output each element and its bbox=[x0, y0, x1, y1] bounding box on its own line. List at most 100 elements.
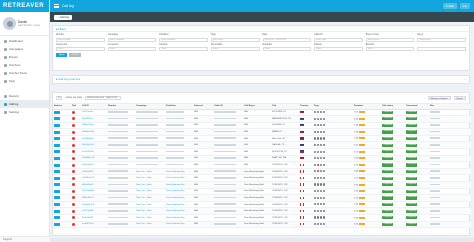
sidebar-item-reports[interactable]: Reports bbox=[0, 92, 49, 100]
user-menu-button[interactable]: ● ● bbox=[459, 3, 470, 9]
tag-icon[interactable] bbox=[319, 163, 323, 166]
filter-input[interactable]: Select buyer bbox=[417, 37, 466, 42]
call-id-link[interactable]: 7d4a9c1e02 bbox=[82, 177, 94, 179]
campaign-link[interactable]: Data Tier - Debt bbox=[136, 177, 151, 179]
tag-icon[interactable] bbox=[314, 216, 317, 219]
details-button[interactable] bbox=[54, 196, 60, 200]
phone-icon[interactable] bbox=[72, 209, 75, 213]
sidebar-item-tags[interactable]: Tags bbox=[0, 77, 49, 85]
tag-icon[interactable] bbox=[316, 163, 320, 166]
tag-icon[interactable] bbox=[314, 150, 317, 153]
tag-icon[interactable] bbox=[314, 163, 317, 166]
phone-icon[interactable] bbox=[72, 150, 75, 154]
publisher-link[interactable]: Data Unlimited Sys bbox=[166, 184, 185, 186]
publisher-link[interactable]: Data Unlimited Sys bbox=[166, 204, 185, 206]
filter-input[interactable]: Select bbox=[107, 47, 157, 51]
campaign-link[interactable]: Data Tier - Debt bbox=[136, 190, 151, 192]
tag-icon[interactable] bbox=[319, 143, 323, 147]
tag-icon[interactable] bbox=[322, 157, 326, 160]
tag-icon[interactable] bbox=[319, 110, 323, 114]
campaign-link[interactable]: Data Tier - Debt bbox=[136, 171, 151, 173]
tag-icon[interactable] bbox=[322, 223, 326, 226]
tag-icon[interactable] bbox=[314, 157, 317, 160]
call-id-link[interactable]: d2bb6a3e91 bbox=[82, 131, 94, 133]
tag-icon[interactable] bbox=[316, 209, 320, 213]
call-id-link[interactable]: a7e3c51f60 bbox=[82, 151, 93, 153]
filter-input[interactable]: Select tags bbox=[210, 37, 260, 42]
tag-icon[interactable] bbox=[316, 124, 320, 127]
tag-icon[interactable] bbox=[314, 223, 317, 226]
phone-icon[interactable] bbox=[72, 216, 75, 220]
call-id-link[interactable]: 8ad2c6e3f1 bbox=[82, 217, 93, 219]
apply-button[interactable]: Apply bbox=[56, 53, 68, 57]
tag-icon[interactable] bbox=[322, 196, 326, 199]
phone-icon[interactable] bbox=[72, 189, 75, 193]
details-button[interactable] bbox=[54, 176, 60, 180]
sidebar-item-numbers[interactable]: Numbers bbox=[0, 61, 49, 69]
filter-input[interactable]: Select publisher bbox=[159, 37, 208, 42]
filter-input[interactable]: Select bbox=[56, 47, 105, 51]
publisher-link[interactable]: Data Unlimited Sys bbox=[166, 171, 185, 173]
call-id-link[interactable]: 9b01d6a7e2 bbox=[82, 144, 94, 146]
filter-input[interactable]: Select bbox=[262, 47, 312, 51]
tag-icon[interactable] bbox=[314, 190, 317, 193]
tag-icon[interactable] bbox=[316, 117, 320, 120]
tag-icon[interactable] bbox=[319, 190, 323, 193]
tag-icon[interactable] bbox=[319, 203, 323, 206]
phone-icon[interactable] bbox=[72, 156, 75, 160]
campaign-link[interactable]: Data Tier - Debt bbox=[136, 204, 151, 206]
breadcrumb-item[interactable]: ⌂ Call log bbox=[54, 14, 73, 20]
campaign-link[interactable]: Data Tier - Debt bbox=[136, 197, 151, 199]
sidebar-item-buyers[interactable]: Buyers bbox=[0, 53, 49, 61]
phone-icon[interactable] bbox=[72, 137, 75, 141]
publisher-link[interactable]: Data Unlimited Sys bbox=[166, 210, 185, 212]
details-button[interactable] bbox=[54, 183, 60, 187]
tag-icon[interactable] bbox=[319, 124, 323, 127]
tag-icon[interactable] bbox=[314, 137, 317, 140]
tag-icon[interactable] bbox=[319, 150, 323, 153]
sidebar-item-number-pools[interactable]: Number Pools bbox=[0, 69, 49, 77]
phone-icon[interactable] bbox=[72, 183, 75, 187]
tag-icon[interactable] bbox=[319, 137, 323, 140]
tag-icon[interactable] bbox=[314, 203, 317, 206]
phone-icon[interactable] bbox=[72, 130, 75, 134]
publisher-link[interactable]: Data Unlimited Sys bbox=[166, 217, 185, 219]
details-button[interactable] bbox=[54, 130, 60, 134]
tag-icon[interactable] bbox=[316, 170, 320, 173]
details-button[interactable] bbox=[54, 216, 60, 220]
filter-input[interactable]: Select number bbox=[56, 37, 105, 42]
call-id-link[interactable]: 8f1e5f9c7a bbox=[82, 118, 93, 120]
tag-icon[interactable] bbox=[322, 110, 326, 114]
tag-icon[interactable] bbox=[319, 130, 323, 133]
bottom-scrollbar[interactable] bbox=[50, 238, 474, 242]
filter-input[interactable]: Select bbox=[365, 47, 415, 51]
phone-icon[interactable] bbox=[72, 196, 75, 200]
details-button[interactable] bbox=[54, 209, 60, 213]
call-id-link[interactable]: 1e4b9f7a20 bbox=[82, 223, 94, 225]
details-button[interactable] bbox=[54, 137, 60, 141]
sidebar-item-call-log[interactable]: Call log bbox=[0, 100, 49, 108]
tag-icon[interactable] bbox=[314, 130, 317, 133]
call-id-link[interactable]: e61b2d9f47 bbox=[82, 171, 94, 173]
tag-icon[interactable] bbox=[322, 117, 326, 120]
tag-icon[interactable] bbox=[316, 157, 320, 160]
publisher-link[interactable]: Data Unlimited Sys bbox=[166, 223, 185, 225]
per-page-select[interactable]: 25 bbox=[56, 96, 63, 100]
tag-icon[interactable] bbox=[322, 150, 326, 153]
user-profile[interactable]: Daniel administrator / owner bbox=[0, 12, 49, 36]
call-id-link[interactable]: 0cf4a7d3e5 bbox=[82, 164, 93, 166]
export-button[interactable]: Export bbox=[453, 96, 466, 100]
details-button[interactable] bbox=[54, 170, 60, 174]
tag-icon[interactable] bbox=[319, 196, 323, 199]
call-id-link[interactable]: c15f7a0e89 bbox=[82, 210, 93, 212]
campaign-link[interactable]: Data Tier - Debt bbox=[136, 210, 151, 212]
details-button[interactable] bbox=[54, 189, 60, 193]
call-id-link[interactable]: Call Details bbox=[82, 111, 93, 113]
tag-icon[interactable] bbox=[314, 117, 317, 120]
tag-icon[interactable] bbox=[314, 170, 317, 173]
tag-icon[interactable] bbox=[314, 183, 317, 186]
filter-input[interactable]: Select campaign bbox=[107, 37, 157, 42]
call-id-link[interactable]: 4c2f88e0b3 bbox=[82, 138, 93, 140]
details-button[interactable] bbox=[54, 117, 60, 121]
filter-input[interactable]: Select bbox=[210, 47, 260, 51]
